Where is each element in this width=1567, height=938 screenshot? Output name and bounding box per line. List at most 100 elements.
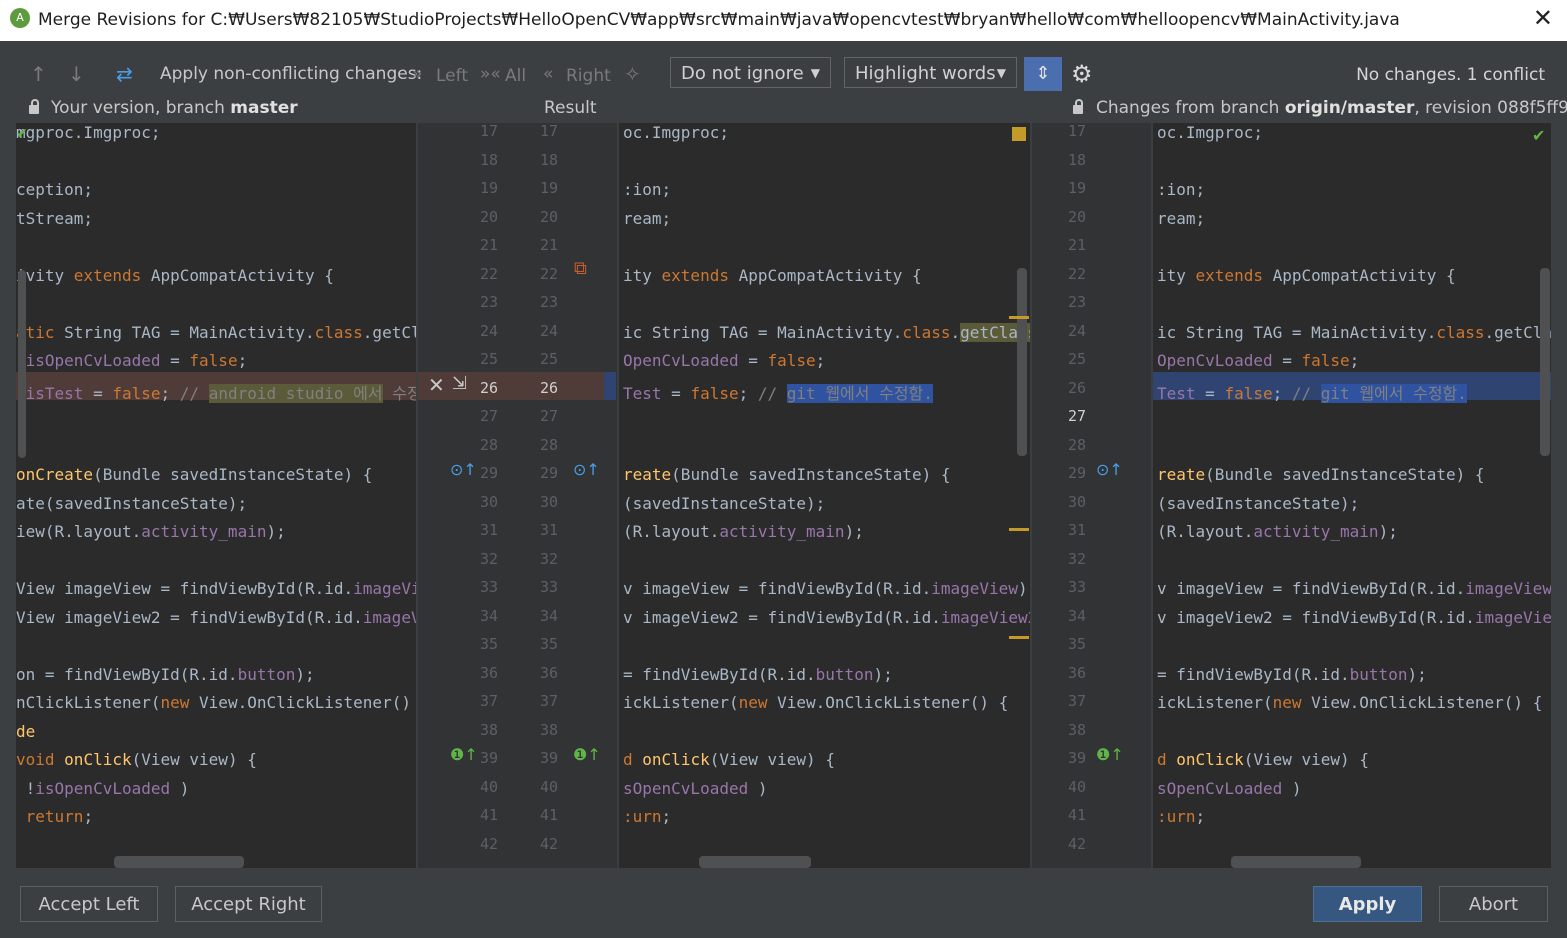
line-number: 42	[1067, 834, 1086, 853]
close-icon[interactable]: ✕	[1533, 4, 1553, 32]
line-number: 29	[1067, 464, 1086, 482]
line-number: 19	[539, 179, 558, 197]
line-number: 42	[539, 834, 558, 853]
apply-button[interactable]: Apply	[1313, 886, 1422, 922]
checkmark-icon: ✔	[16, 126, 28, 142]
chevron-down-icon: ▼	[996, 66, 1006, 80]
line-number: 29	[539, 464, 558, 482]
line-number: 23	[1067, 293, 1086, 311]
line-number: 22	[479, 264, 498, 283]
line-number: 34	[1067, 606, 1086, 625]
merge-arrows-icon[interactable]: ⇄	[116, 62, 133, 86]
highlight-dropdown[interactable]: Highlight words ▼	[844, 57, 1017, 88]
line-number: 33	[539, 578, 558, 596]
vertical-scrollbar[interactable]	[1540, 268, 1550, 456]
conflict-marker	[604, 372, 616, 400]
result-editor[interactable]: oc.Imgproc;:ion; ream; ity extends AppComp…	[619, 123, 1030, 868]
line-number: 25	[1067, 350, 1086, 368]
line-number: 37	[1067, 692, 1086, 710]
line-number: 31	[479, 521, 498, 539]
merge-status: No changes. 1 conflict	[1356, 65, 1545, 85]
implements-icon: ❶↑	[573, 745, 601, 764]
line-number: 40	[1067, 777, 1086, 796]
line-number: 21	[539, 236, 558, 254]
override-icon: ⊙↑	[1096, 460, 1123, 479]
line-number: 32	[479, 549, 498, 568]
left-pane-header: Your version, branch master	[51, 98, 298, 118]
line-number: 30	[1067, 492, 1086, 511]
line-number: 22	[1067, 264, 1086, 283]
line-number: 40	[479, 777, 498, 796]
accept-right-button[interactable]: Accept Right	[175, 886, 322, 922]
line-number: 39	[539, 749, 558, 767]
apply-right-icon[interactable]: «	[543, 64, 553, 84]
line-number: 18	[479, 150, 498, 169]
line-number: 32	[1067, 549, 1086, 568]
lock-icon	[29, 99, 39, 114]
line-number: 31	[539, 521, 558, 539]
line-number: 36	[479, 663, 498, 682]
apply-change-icon[interactable]: ⇲	[452, 373, 467, 394]
next-change-icon[interactable]: ↓	[68, 62, 85, 86]
ignore-change-icon[interactable]: ✕	[428, 373, 445, 397]
line-number: 17	[1067, 123, 1086, 140]
result-code: oc.Imgproc;:ion; ream; ity extends AppComp…	[623, 123, 1030, 864]
error-stripe-mark	[1009, 636, 1029, 639]
line-number: 28	[1067, 435, 1086, 454]
line-number: 24	[1067, 321, 1086, 340]
gear-icon[interactable]: ⚙	[1071, 60, 1093, 88]
prev-change-icon[interactable]: ↑	[30, 62, 47, 86]
line-number: 33	[479, 578, 498, 596]
right-code: oc.Imgproc;:ion; ream; ity extends AppComp…	[1157, 123, 1551, 826]
right-gutter: 17 18 19 20 21 22 23 24 25 26 27 28 29 30 31 32 33 34 35 36…	[1032, 123, 1151, 868]
title-bar: A Merge Revisions for C:₩Users₩82105₩Stu…	[0, 0, 1567, 41]
accept-left-button[interactable]: Accept Left	[20, 886, 158, 922]
vertical-scrollbar[interactable]	[1017, 268, 1027, 456]
line-number: 41	[539, 806, 558, 824]
line-number: 30	[539, 492, 558, 511]
horizontal-scrollbar[interactable]	[1231, 856, 1361, 868]
line-number: 17	[539, 123, 558, 140]
implements-icon: ❶↑	[450, 745, 478, 764]
horizontal-scrollbar[interactable]	[114, 856, 244, 868]
line-number: 18	[1067, 150, 1086, 169]
conflict-resolve-icon[interactable]: ⧉	[574, 258, 587, 279]
right-editor[interactable]: oc.Imgproc;:ion; ream; ity extends AppComp…	[1153, 123, 1551, 868]
line-number: 23	[479, 293, 498, 311]
line-number: 18	[539, 150, 558, 169]
line-number: 25	[479, 350, 498, 368]
left-editor[interactable]: mgproc.Imgproc; ception; tStream; ivity ext…	[16, 123, 416, 868]
apply-right-button[interactable]: Right	[566, 66, 611, 86]
whitespace-dropdown[interactable]: Do not ignore ▼	[670, 57, 831, 88]
line-number: 19	[1067, 179, 1086, 197]
line-number: 20	[479, 207, 498, 226]
line-number: 25	[539, 350, 558, 368]
line-number: 36	[1067, 663, 1086, 682]
line-number: 32	[539, 549, 558, 568]
sync-scroll-toggle-icon[interactable]: ⇕	[1024, 57, 1062, 91]
apply-left-icon[interactable]: »	[412, 64, 422, 84]
line-number: 31	[1067, 521, 1086, 539]
apply-all-button[interactable]: All	[505, 66, 526, 86]
warning-marker-icon	[1012, 127, 1026, 141]
line-number: 37	[539, 692, 558, 710]
left-code: mgproc.Imgproc; ception; tStream; ivity ext…	[16, 123, 416, 826]
line-number: 24	[539, 321, 558, 340]
horizontal-scrollbar[interactable]	[699, 856, 811, 868]
abort-button[interactable]: Abort	[1439, 886, 1548, 922]
override-icon: ⊙↑	[450, 460, 477, 479]
vertical-scrollbar[interactable]	[18, 270, 26, 458]
line-number: 39	[1067, 749, 1086, 767]
magic-resolve-icon[interactable]: ✧	[624, 62, 641, 86]
line-number: 28	[539, 435, 558, 454]
error-stripe-mark	[1009, 528, 1029, 531]
line-number: 34	[539, 606, 558, 625]
line-number: 30	[479, 492, 498, 511]
checkmark-icon: ✔	[1532, 126, 1546, 145]
line-number: 23	[539, 293, 558, 311]
line-number: 38	[479, 720, 498, 739]
apply-left-button[interactable]: Left	[436, 66, 468, 86]
whitespace-value: Do not ignore	[681, 63, 804, 84]
line-number: 41	[479, 806, 498, 824]
apply-all-icon[interactable]: »«	[480, 64, 501, 84]
